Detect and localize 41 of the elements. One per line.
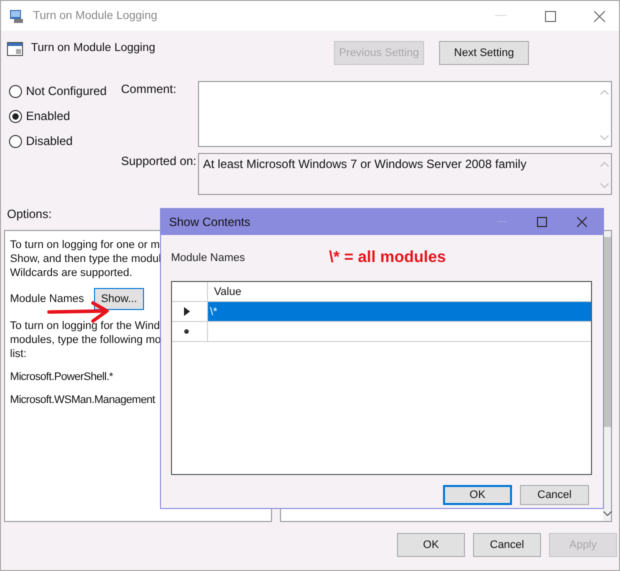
dialog-button[interactable]: Cancel (473, 533, 541, 557)
policy-icon (9, 8, 25, 24)
scroll-down-icon[interactable] (602, 511, 612, 516)
radio-button[interactable] (9, 134, 22, 148)
radio-button[interactable] (9, 84, 22, 98)
arrow-drawing (47, 301, 111, 323)
options-label: Options: (7, 207, 52, 221)
options-text: Wildcards are supported. (10, 266, 132, 280)
dialog-button[interactable]: OK (443, 485, 512, 505)
next-setting-button[interactable]: Next Setting (439, 41, 529, 65)
close-icon[interactable] (594, 10, 605, 22)
comment-label: Comment: (121, 81, 178, 98)
annotation-text: \* = all modules (328, 249, 446, 267)
supported-on-label: Supported on: (121, 153, 198, 170)
options-text: modules, type the following mo (10, 333, 162, 347)
module-names-label: Module Names (10, 293, 84, 305)
new-row-icon (184, 329, 189, 334)
radio-button[interactable] (9, 110, 22, 122)
setting-icon (7, 41, 23, 57)
show-button[interactable]: Show... (94, 288, 144, 310)
radio-label: Disabled (26, 134, 73, 148)
module-example: Microsoft.PowerShell.* (10, 370, 113, 384)
radio-label: Enabled (26, 109, 70, 123)
close-icon[interactable] (577, 217, 587, 227)
supported-on-text: At least Microsoft Windows 7 or Windows Server 2008 family (202, 156, 528, 173)
radio-label: Not Configured (26, 84, 107, 98)
window-title: Show Contents (169, 215, 250, 229)
options-text: list: (10, 347, 26, 361)
module-example: Microsoft.WSMan.Management (10, 393, 155, 407)
grid-cell[interactable]: \* (208, 302, 591, 321)
options-text: To turn on logging for one or m (10, 238, 160, 252)
maximize-icon[interactable] (537, 217, 547, 227)
dialog-button[interactable]: OK (397, 533, 465, 557)
setting-title: Turn on Module Logging (31, 42, 156, 54)
window-title: Turn on Module Logging (33, 10, 158, 22)
options-text: To turn on logging for the Wind (10, 319, 160, 333)
current-row-icon (184, 307, 190, 316)
dialog-button[interactable]: Cancel (520, 485, 589, 505)
module-names-label: Module Names (171, 252, 245, 264)
column-header[interactable]: Value (208, 282, 591, 301)
maximize-icon[interactable] (545, 10, 556, 22)
